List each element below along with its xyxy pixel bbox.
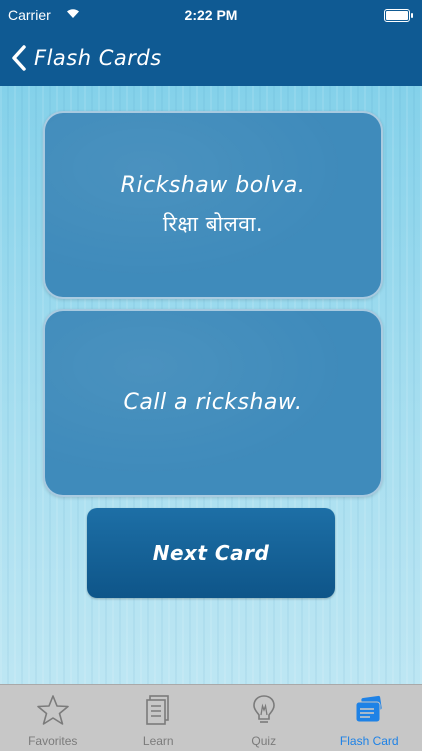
tab-label-favorites: Favorites bbox=[0, 734, 106, 748]
tab-learn[interactable]: Learn bbox=[106, 685, 212, 751]
tab-bar: Favorites Learn Quiz Flash Card bbox=[0, 684, 422, 751]
flash-card-back[interactable]: Call a rickshaw. bbox=[43, 309, 383, 497]
flash-card-icon bbox=[352, 693, 386, 727]
lightbulb-icon bbox=[247, 693, 281, 727]
back-label: Flash Cards bbox=[34, 46, 162, 70]
next-card-button[interactable]: Next Card bbox=[87, 508, 335, 598]
status-bar: Carrier 2:22 PM bbox=[0, 0, 422, 30]
card-translation: Call a rickshaw. bbox=[124, 384, 303, 422]
tab-label-flash-card: Flash Card bbox=[317, 734, 422, 748]
flash-card-front[interactable]: Rickshaw bolva. रिक्षा बोलवा. bbox=[43, 111, 383, 299]
tab-flash-card[interactable]: Flash Card bbox=[317, 685, 422, 751]
tab-quiz[interactable]: Quiz bbox=[211, 685, 317, 751]
tab-favorites[interactable]: Favorites bbox=[0, 685, 106, 751]
star-icon bbox=[36, 693, 70, 727]
tab-label-quiz: Quiz bbox=[211, 734, 317, 748]
status-time: 2:22 PM bbox=[0, 7, 422, 23]
tab-label-learn: Learn bbox=[106, 734, 212, 748]
document-icon bbox=[141, 693, 175, 727]
card-phrase: Rickshaw bolva. bbox=[121, 167, 306, 205]
battery-icon bbox=[384, 9, 410, 22]
navigation-bar: Flash Cards bbox=[0, 36, 422, 80]
chevron-left-icon bbox=[10, 44, 28, 72]
back-button[interactable]: Flash Cards bbox=[10, 42, 170, 74]
card-phrase-devanagari: रिक्षा बोलवा. bbox=[163, 205, 263, 243]
top-bar: Carrier 2:22 PM Flash Cards bbox=[0, 0, 422, 86]
